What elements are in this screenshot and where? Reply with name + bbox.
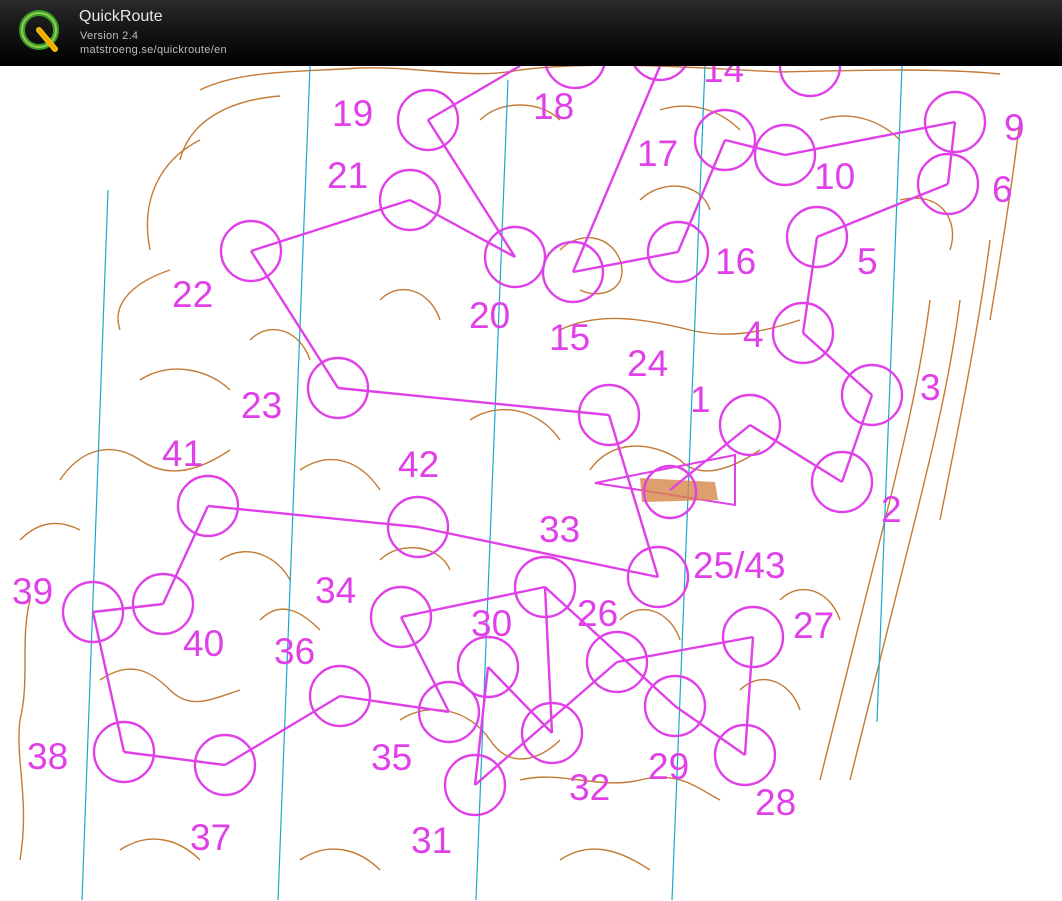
control-label-29: 29 bbox=[648, 746, 689, 787]
control-label-14: 14 bbox=[703, 66, 744, 90]
control-labels: 1 2 3 4 5 6 9 10 14 15 16 17 18 19 20 21… bbox=[12, 66, 1025, 861]
control-label-32: 32 bbox=[569, 767, 610, 808]
control-label-31: 31 bbox=[411, 820, 452, 861]
app-url[interactable]: matstroeng.se/quickroute/en bbox=[80, 44, 227, 56]
control-label-37: 37 bbox=[190, 817, 231, 858]
control-label-6: 6 bbox=[992, 169, 1013, 210]
control-label-26: 26 bbox=[577, 593, 618, 634]
control-label-25-43: 25/43 bbox=[693, 545, 786, 586]
control-label-30: 30 bbox=[471, 603, 512, 644]
app-title: QuickRoute bbox=[79, 8, 163, 25]
map-canvas[interactable]: 1 2 3 4 5 6 9 10 14 15 16 17 18 19 20 21… bbox=[0, 66, 1062, 901]
control-label-15: 15 bbox=[549, 317, 590, 358]
control-label-4: 4 bbox=[743, 314, 764, 355]
control-label-24: 24 bbox=[627, 343, 668, 384]
orienteering-map[interactable]: 1 2 3 4 5 6 9 10 14 15 16 17 18 19 20 21… bbox=[0, 66, 1062, 901]
control-label-23: 23 bbox=[241, 385, 282, 426]
app-version: Version 2.4 bbox=[80, 30, 139, 42]
control-label-19: 19 bbox=[332, 93, 373, 134]
control-label-33: 33 bbox=[539, 509, 580, 550]
control-label-16: 16 bbox=[715, 241, 756, 282]
control-label-20: 20 bbox=[469, 295, 510, 336]
control-label-34: 34 bbox=[315, 570, 356, 611]
control-label-40: 40 bbox=[183, 623, 224, 664]
control-label-35: 35 bbox=[371, 737, 412, 778]
control-label-1: 1 bbox=[690, 379, 711, 420]
control-label-21: 21 bbox=[327, 155, 368, 196]
control-label-2: 2 bbox=[881, 489, 902, 530]
control-label-3: 3 bbox=[920, 367, 941, 408]
title-bar: QuickRoute Version 2.4 matstroeng.se/qui… bbox=[0, 0, 1062, 67]
control-label-5: 5 bbox=[857, 241, 878, 282]
control-label-39: 39 bbox=[12, 571, 53, 612]
control-label-42: 42 bbox=[398, 444, 439, 485]
control-label-27: 27 bbox=[793, 605, 834, 646]
control-label-9: 9 bbox=[1004, 107, 1025, 148]
control-label-28: 28 bbox=[755, 782, 796, 823]
control-label-17: 17 bbox=[637, 133, 678, 174]
control-17 bbox=[544, 66, 606, 90]
magnetic-north-lines bbox=[81, 66, 903, 901]
control-label-36: 36 bbox=[274, 631, 315, 672]
control-label-18: 18 bbox=[533, 86, 574, 127]
quickroute-logo-icon bbox=[19, 10, 59, 52]
control-label-41: 41 bbox=[162, 433, 203, 474]
control-label-10: 10 bbox=[814, 156, 855, 197]
control-label-38: 38 bbox=[27, 736, 68, 777]
control-label-22: 22 bbox=[172, 274, 213, 315]
